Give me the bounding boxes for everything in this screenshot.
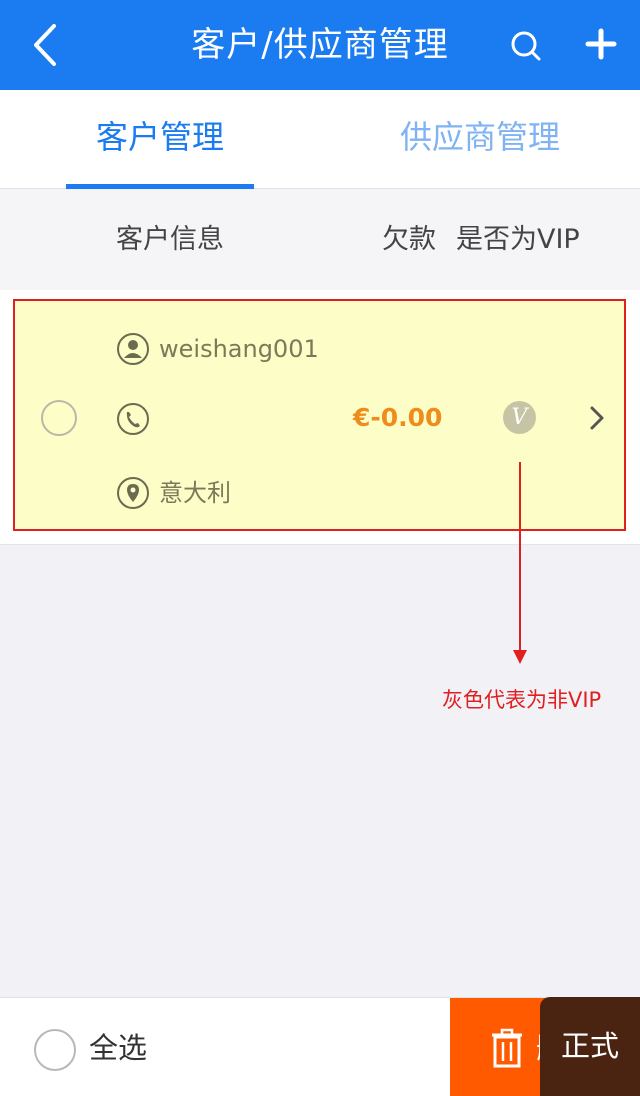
customer-location: 意大利 bbox=[159, 479, 231, 507]
tab-customer-management[interactable]: 客户管理 bbox=[0, 90, 320, 188]
annotation-arrow-line bbox=[519, 462, 521, 654]
chevron-right-icon[interactable] bbox=[587, 405, 607, 431]
annotation-arrowhead bbox=[513, 650, 527, 664]
column-header-debt: 欠款 bbox=[382, 224, 436, 255]
search-icon[interactable] bbox=[507, 27, 545, 65]
select-all-label[interactable]: 全选 bbox=[89, 1028, 147, 1068]
column-header-customer-info: 客户信息 bbox=[116, 224, 224, 255]
phone-icon bbox=[117, 403, 149, 435]
column-header-vip: 是否为VIP bbox=[456, 224, 580, 255]
select-all-radio[interactable] bbox=[34, 1029, 76, 1071]
customer-select-radio[interactable] bbox=[41, 400, 77, 436]
customer-name: weishang001 bbox=[159, 335, 319, 363]
trash-icon bbox=[492, 1028, 522, 1068]
tab-bar: 客户管理 供应商管理 bbox=[0, 90, 640, 189]
customer-list-item[interactable]: weishang001 €-0.00 V 意大利 bbox=[13, 299, 626, 531]
vip-badge-icon: V bbox=[503, 401, 536, 434]
environment-badge: 正式 bbox=[540, 997, 640, 1096]
location-pin-icon bbox=[117, 477, 149, 509]
tab-supplier-management[interactable]: 供应商管理 bbox=[320, 90, 640, 188]
column-header-row: 客户信息 欠款 是否为VIP bbox=[0, 190, 640, 290]
customer-debt-amount: €-0.00 bbox=[353, 403, 443, 432]
customer-list: weishang001 €-0.00 V 意大利 bbox=[0, 290, 640, 545]
plus-icon[interactable] bbox=[584, 27, 618, 61]
active-tab-indicator bbox=[66, 184, 254, 189]
annotation-text: 灰色代表为非VIP bbox=[442, 688, 602, 712]
top-nav-bar: 客户/供应商管理 bbox=[0, 0, 640, 90]
user-icon bbox=[117, 333, 149, 365]
